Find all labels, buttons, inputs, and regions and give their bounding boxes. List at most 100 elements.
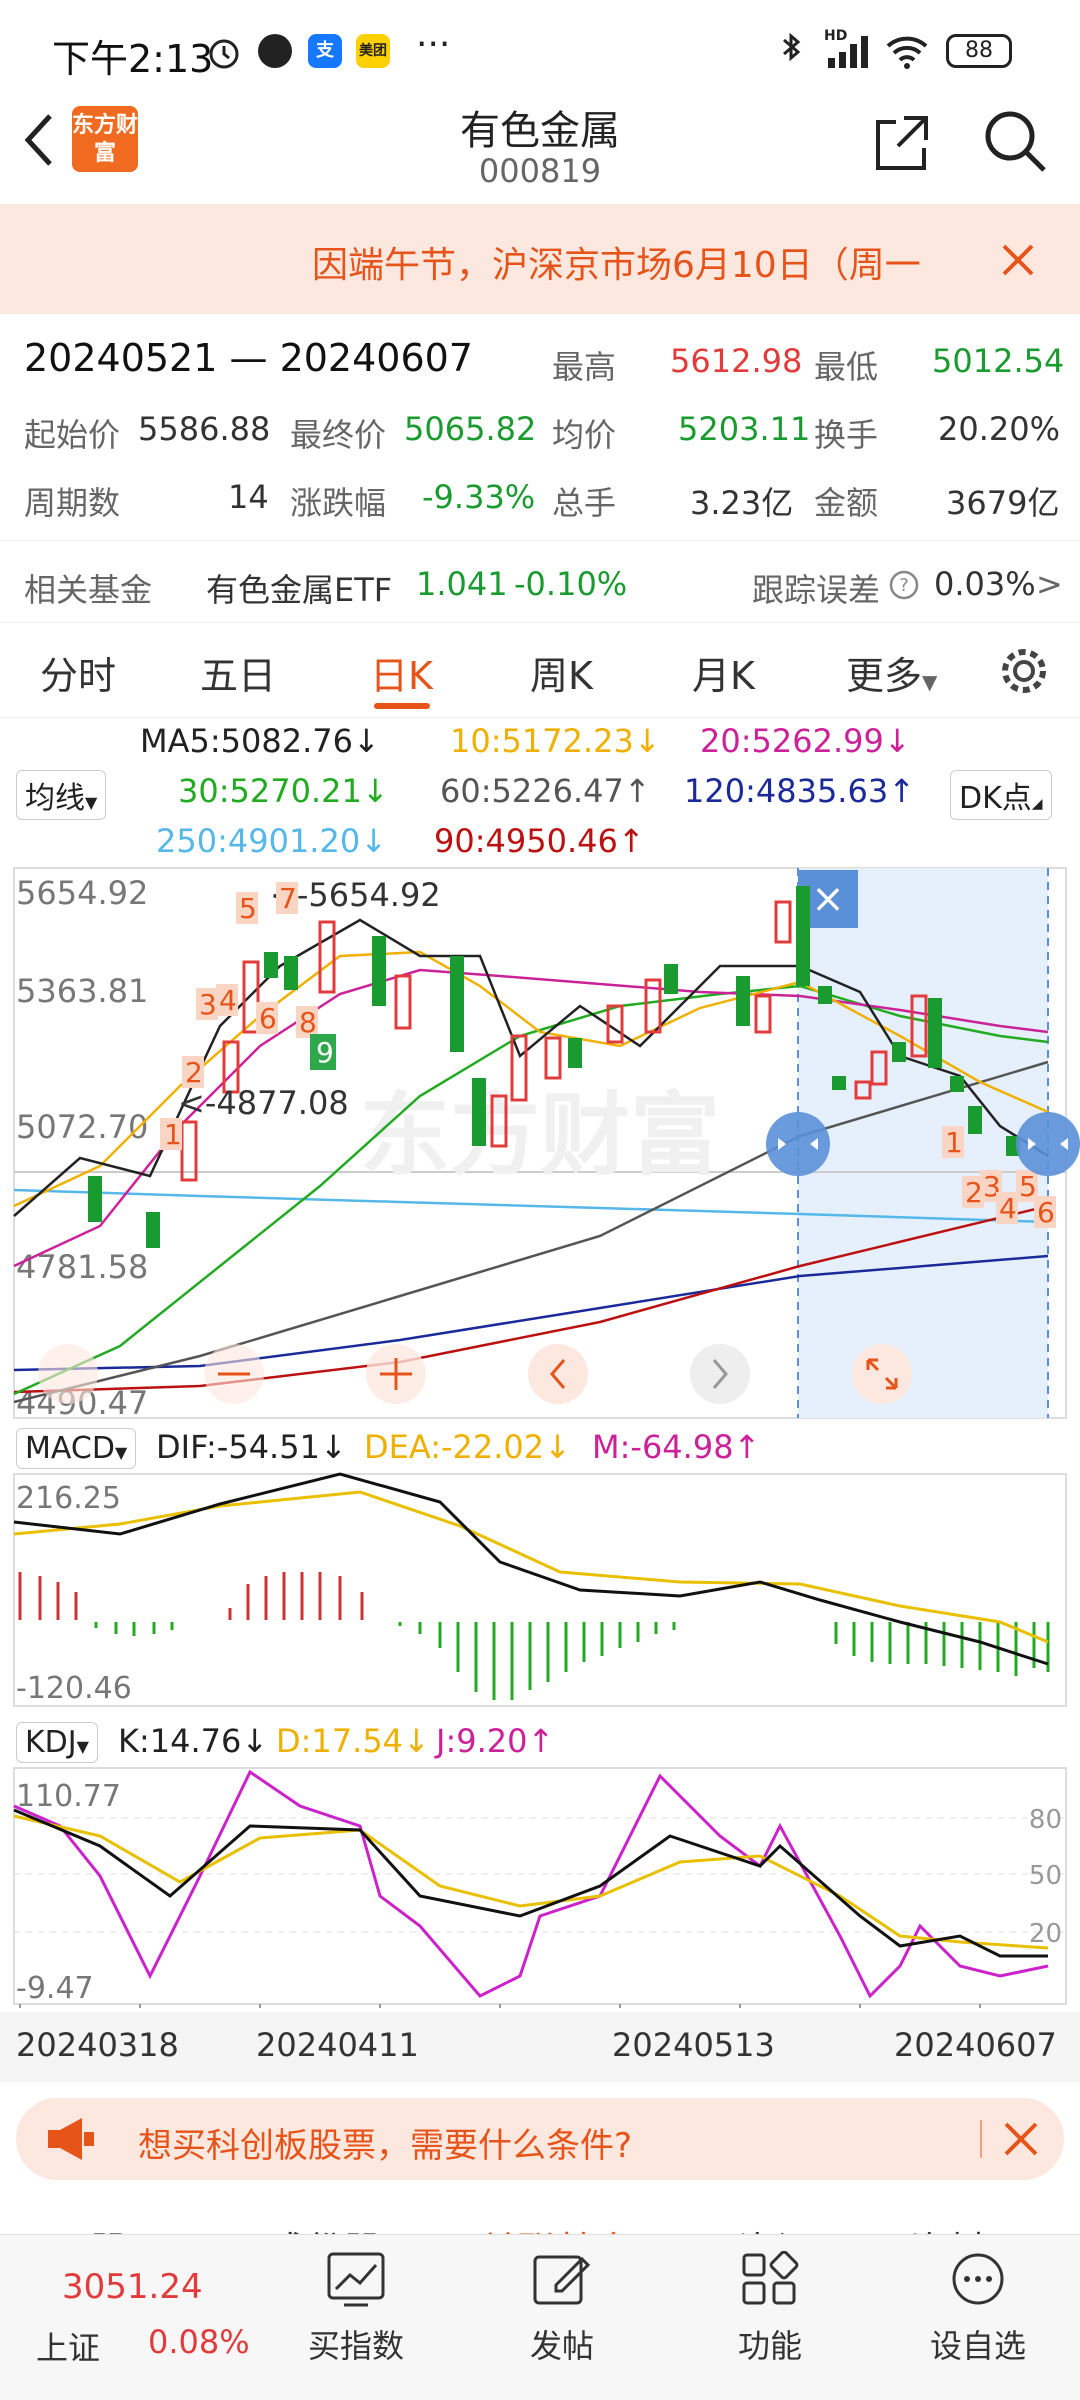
promo-banner[interactable]: 想买科创板股票，需要什么条件?: [16, 2098, 1064, 2180]
period-tabs: 分时 五日 日K 周K 月K 更多▼: [0, 622, 1080, 718]
macd-chart[interactable]: 216.25 -120.46: [0, 1472, 1080, 1708]
share-icon[interactable]: [870, 110, 934, 174]
add-watchlist-label: 设自选: [929, 2327, 1026, 2365]
volume-value: 3.23亿: [690, 484, 794, 522]
tab-weekly-k[interactable]: 周K: [530, 645, 593, 700]
ma60-value: 60:5226.47↑: [440, 772, 651, 810]
selection-left-handle[interactable]: [766, 1112, 830, 1176]
ma-selector[interactable]: 均线▼: [16, 770, 107, 820]
watermark: 东方财富: [360, 1083, 720, 1188]
ma250-value: 250:4901.20↓: [156, 822, 387, 860]
buy-index-label: 买指数: [307, 2327, 404, 2365]
selection-right-handle[interactable]: [1016, 1112, 1080, 1176]
volume-label: 总手: [552, 484, 617, 522]
candle: [818, 986, 832, 1004]
td-marker: 5: [239, 892, 257, 925]
change-label: 涨跌幅: [290, 484, 387, 522]
date-axis: 20240318 20240411 20240513 20240607: [0, 2012, 1080, 2082]
candle: [928, 998, 942, 1068]
bluetooth-icon: [783, 32, 801, 62]
kdj-j: J:9.20↑: [436, 1722, 555, 1760]
scroll-left-button[interactable]: [528, 1344, 588, 1404]
ma10-value: 10:5172.23↓: [450, 722, 661, 760]
caret-down-icon: ▼: [114, 1443, 128, 1462]
svg-text:?: ?: [899, 575, 909, 596]
fund-price: 1.041: [416, 565, 508, 603]
caret-down-icon: ▼: [76, 1737, 89, 1756]
active-tab-indicator: [374, 703, 430, 709]
ma5-value: MA5:5082.76↓: [140, 722, 380, 760]
macd-selector[interactable]: MACD▼: [16, 1428, 137, 1469]
tab-more[interactable]: 更多▼: [846, 645, 937, 700]
edit-icon: [533, 2255, 591, 2305]
avg-label: 均价: [552, 416, 617, 454]
tab-intraday[interactable]: 分时: [40, 645, 116, 700]
functions-button[interactable]: 功能: [690, 2235, 850, 2400]
candle: [950, 1076, 964, 1092]
ytick-label: 5072.70: [16, 1108, 148, 1146]
candle: [796, 886, 810, 986]
notice-text: 因端午节，沪深京市场6月10日（周一: [312, 245, 921, 286]
dk-point-button[interactable]: DK点◢: [950, 770, 1052, 820]
close-icon[interactable]: [1000, 242, 1036, 278]
kdj-selector-label: KDJ: [25, 1725, 77, 1760]
add-watchlist-button[interactable]: 设自选: [898, 2235, 1058, 2400]
kdj-ymax: 110.77: [16, 1779, 121, 1814]
macd-dea: DEA:-22.02↓: [364, 1428, 571, 1466]
low-label: 最低: [814, 348, 879, 386]
fund-change: -0.10%: [514, 565, 628, 603]
search-icon[interactable]: [980, 106, 1050, 176]
help-icon[interactable]: ?: [888, 569, 920, 601]
kdj-level-label: 20: [1029, 1919, 1062, 1949]
scroll-right-button[interactable]: [690, 1344, 750, 1404]
candle: [472, 1078, 486, 1146]
ma90-value: 90:4950.46↑: [434, 822, 645, 860]
related-fund-row[interactable]: 相关基金 有色金属ETF 1.041 -0.10% 跟踪误差 ? 0.03% >: [0, 540, 1080, 622]
td-marker: 4: [219, 984, 237, 1017]
ytick-label: 5654.92: [16, 874, 148, 912]
date-range: 20240521 — 20240607: [24, 336, 473, 380]
index-value: 3051.24: [62, 2267, 203, 2307]
macd-dif: DIF:-54.51↓: [156, 1428, 347, 1466]
candle: [264, 952, 278, 978]
low-annotation: <-4877.08: [178, 1084, 349, 1122]
fund-name[interactable]: 有色金属ETF: [206, 565, 392, 611]
bottom-nav: 3051.24 上证 0.08% 买指数 发帖 功能 设自选: [0, 2234, 1080, 2400]
index-quote[interactable]: 3051.24 上证 0.08%: [0, 2235, 260, 2400]
candle: [664, 964, 678, 994]
kdj-chart[interactable]: 80 50 20 110.77 -9.47: [0, 1766, 1080, 2008]
gear-icon[interactable]: [996, 643, 1052, 699]
zoom-out-button[interactable]: [38, 1344, 98, 1404]
high-value: 5612.98: [670, 342, 803, 380]
ytick-label: 5363.81: [16, 972, 148, 1010]
index-change: 0.08%: [148, 2323, 250, 2361]
tab-daily-k[interactable]: 日K: [370, 645, 433, 700]
status-time: 下午2:13: [52, 37, 214, 81]
header: 东方财富 有色金属 000819: [0, 92, 1080, 202]
more-circle-icon: [952, 2253, 1004, 2305]
chart-icon: [327, 2252, 385, 2307]
fullscreen-button[interactable]: [852, 1344, 912, 1404]
tab-monthly-k[interactable]: 月K: [692, 645, 755, 700]
megaphone-icon: [48, 2118, 94, 2160]
macd-m: M:-64.98↑: [592, 1428, 761, 1466]
kline-chart[interactable]: × 东方财富 5654.92 5363.81 5072.70 4781.58 4…: [0, 866, 1080, 1420]
kdj-selector[interactable]: KDJ▼: [16, 1722, 98, 1763]
macd-selector-label: MACD: [25, 1431, 115, 1466]
close-icon[interactable]: [1002, 2120, 1040, 2158]
date-label: 20240318: [16, 2026, 179, 2064]
tab-five-day[interactable]: 五日: [200, 645, 276, 700]
macd-ymin: -120.46: [16, 1671, 132, 1706]
holiday-notice[interactable]: 因端午节，沪深京市场6月10日（周一: [0, 204, 1080, 314]
td-marker: 6: [1037, 1196, 1055, 1229]
td-marker: 4: [999, 1192, 1017, 1225]
post-button[interactable]: 发帖: [482, 2235, 642, 2400]
macd-frame: [13, 1473, 1067, 1707]
status-bar: 下午2:13 支 美团 ··· HD 88: [0, 0, 1080, 92]
tracking-value: 0.03%: [934, 565, 1036, 603]
chevron-right-icon[interactable]: >: [1036, 565, 1063, 603]
ytick-label: 4781.58: [16, 1248, 148, 1286]
buy-index-button[interactable]: 买指数: [276, 2235, 436, 2400]
date-label: 20240513: [612, 2026, 775, 2064]
close-value: 5065.82: [404, 410, 537, 448]
